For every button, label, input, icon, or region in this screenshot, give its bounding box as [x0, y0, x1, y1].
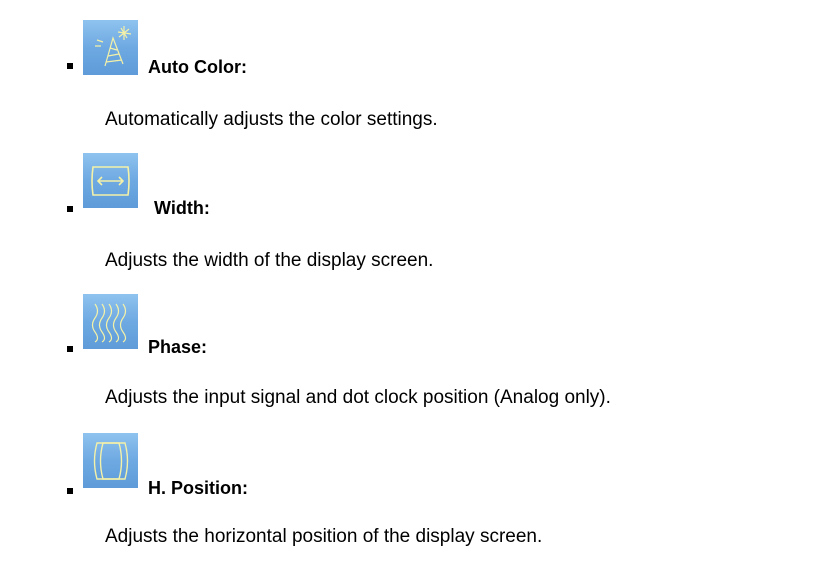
bullet-marker	[67, 63, 73, 69]
width-icon	[83, 153, 138, 208]
bullet-marker	[67, 346, 73, 352]
h-position-icon	[83, 433, 138, 488]
item-description: Adjusts the width of the display screen.	[105, 250, 434, 271]
item-description: Adjusts the horizontal position of the d…	[105, 526, 543, 547]
item-label: Auto Color:	[148, 57, 247, 77]
auto-color-icon	[83, 20, 138, 75]
item-label: H. Position:	[148, 478, 248, 498]
bullet-marker	[67, 488, 73, 494]
item-label: Width:	[154, 198, 210, 218]
item-description: Adjusts the input signal and dot clock p…	[105, 387, 611, 408]
phase-icon	[83, 294, 138, 349]
item-label: Phase:	[148, 337, 208, 357]
item-description: Automatically adjusts the color settings…	[105, 109, 438, 130]
bullet-marker	[67, 206, 73, 212]
